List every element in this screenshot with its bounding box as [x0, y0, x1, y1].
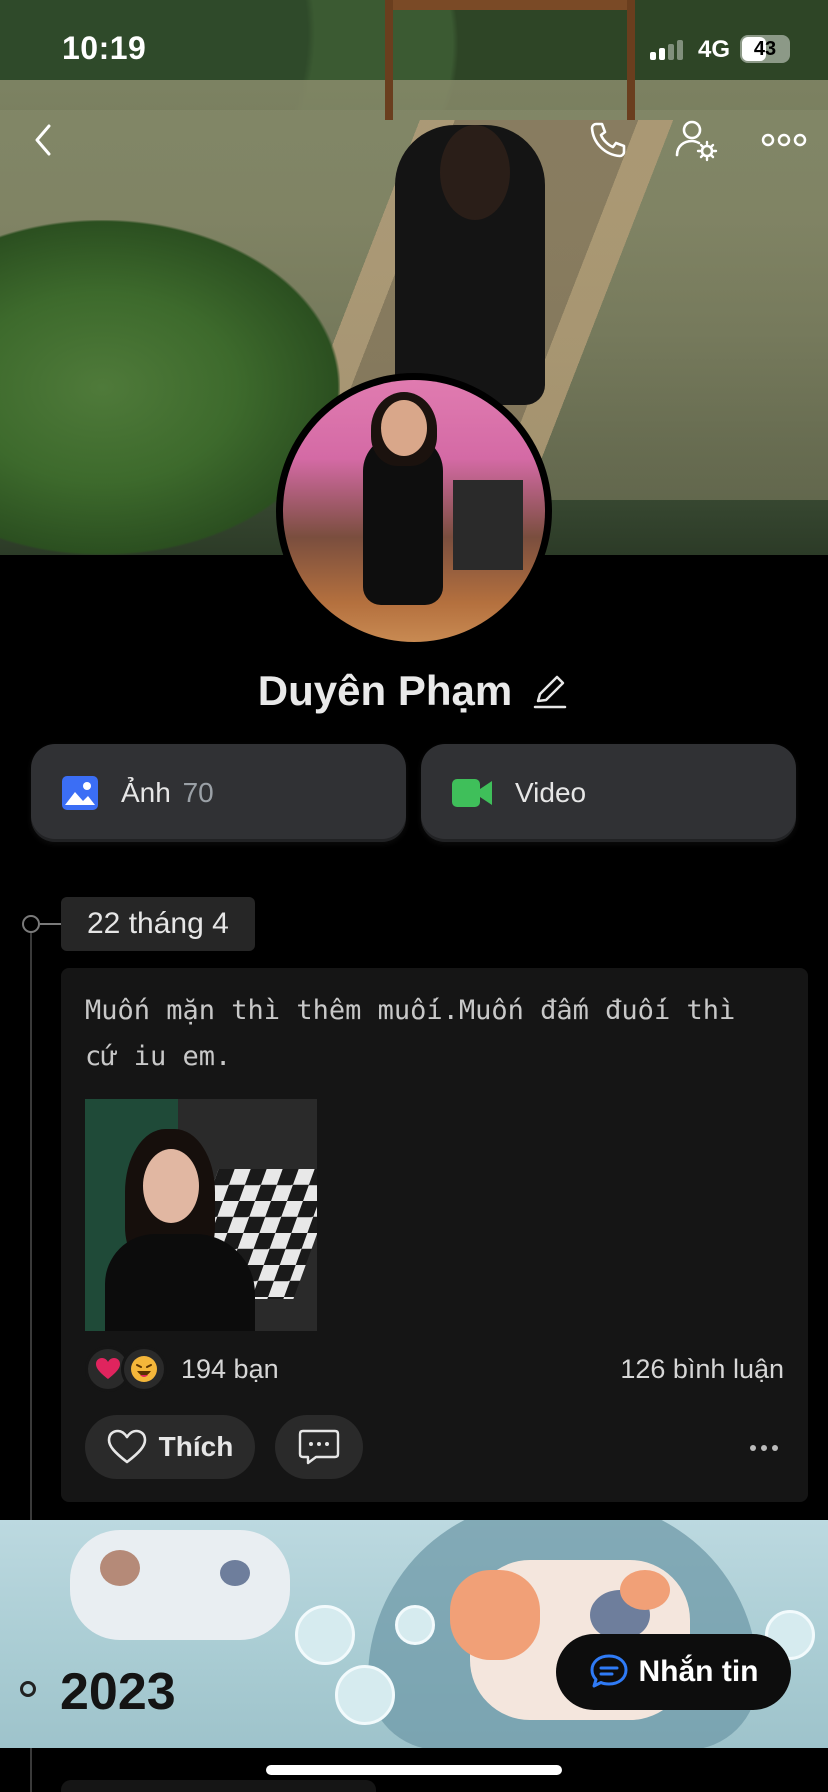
- cover-person-head: [440, 125, 510, 220]
- message-icon: [590, 1654, 627, 1688]
- timeline-connector: [40, 923, 62, 925]
- timeline-date: 22 tháng 4: [61, 897, 255, 951]
- signal-icon: [650, 38, 683, 60]
- post-photo[interactable]: [85, 1099, 317, 1331]
- photos-button[interactable]: Ảnh 70: [31, 744, 406, 842]
- video-icon: [452, 779, 492, 807]
- more-icon: [761, 133, 807, 147]
- post-text: Muốn mặn thì thêm muối.Muốn đấm đuối thì…: [85, 995, 736, 1072]
- profile-name-row: Duyên Phạm: [0, 667, 828, 715]
- timeline-dot: [22, 915, 40, 933]
- like-label: Thích: [158, 1431, 234, 1462]
- comment-button[interactable]: [275, 1415, 363, 1479]
- battery-icon: 43: [740, 35, 790, 63]
- reaction-laugh: [121, 1346, 167, 1392]
- status-bar: 10:19 4G 43: [0, 0, 828, 96]
- laugh-emoji-icon: [131, 1356, 157, 1382]
- videos-label: Video: [515, 777, 587, 808]
- comments-count[interactable]: 126 bình luận: [620, 1354, 784, 1385]
- videos-button[interactable]: Video: [421, 744, 796, 842]
- status-time: 10:19: [62, 30, 147, 66]
- back-button[interactable]: [16, 112, 72, 168]
- more-options-button[interactable]: [756, 112, 812, 168]
- avatar[interactable]: [276, 373, 552, 649]
- avatar-photo: [283, 380, 545, 642]
- year-timeline-dot: [20, 1681, 36, 1697]
- network-type: 4G: [698, 36, 731, 63]
- photos-label: Ảnh: [121, 777, 171, 808]
- post-more-button[interactable]: [740, 1428, 788, 1468]
- battery-level: 43: [753, 38, 777, 60]
- reactions-summary[interactable]: 194 bạn: [85, 1346, 279, 1392]
- next-card-peek: [61, 1780, 376, 1792]
- year-label: 2023: [60, 1663, 176, 1721]
- back-icon: [35, 124, 51, 156]
- post-card[interactable]: Muốn mặn thì thêm muối.Muốn đấm đuối thì…: [61, 968, 808, 1502]
- user-settings-icon: [675, 120, 718, 162]
- comment-icon: [298, 1429, 340, 1465]
- edit-icon[interactable]: [530, 671, 570, 711]
- message-label: Nhắn tin: [638, 1655, 759, 1688]
- profile-name: Duyên Phạm: [257, 667, 513, 714]
- photo-icon: [62, 776, 98, 810]
- call-button[interactable]: [580, 112, 636, 168]
- profile-settings-button[interactable]: [668, 112, 724, 168]
- heart-icon: [96, 1358, 120, 1379]
- reactions-count: 194 bạn: [181, 1353, 279, 1384]
- phone-icon: [590, 122, 626, 158]
- home-indicator[interactable]: [266, 1765, 562, 1775]
- cat-illustration: [70, 1530, 290, 1640]
- heart-outline-icon: [107, 1429, 146, 1464]
- message-button[interactable]: Nhắn tin: [556, 1634, 791, 1710]
- like-button[interactable]: Thích: [85, 1415, 255, 1479]
- photos-count: 70: [182, 777, 214, 808]
